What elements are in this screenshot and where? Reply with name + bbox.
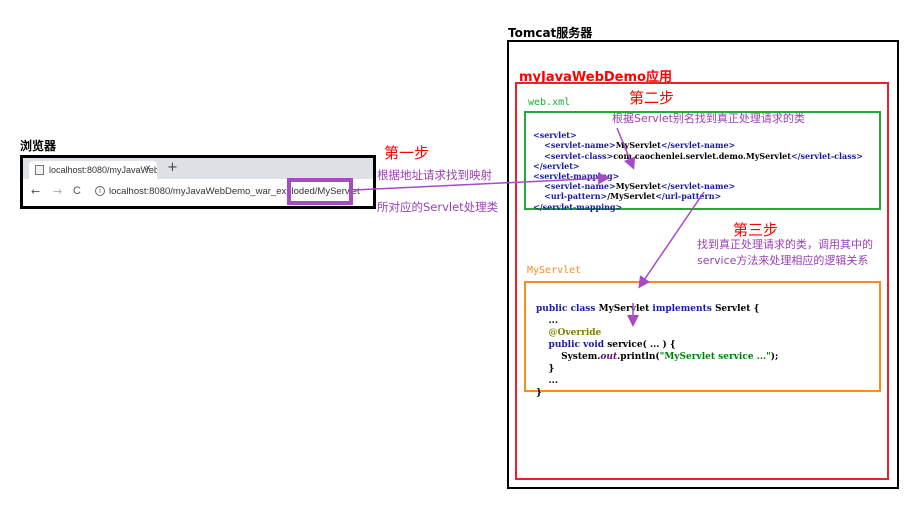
back-arrow-icon[interactable]: ← (31, 185, 40, 198)
step3-label: 第三步 (733, 221, 779, 239)
web-xml-code: <servlet> <servlet-name>MyServlet</servl… (533, 120, 863, 212)
code-line: <servlet-class>com.caochenlei.servlet.de… (533, 151, 863, 161)
page-favicon-icon (35, 165, 44, 175)
close-icon[interactable]: × (145, 163, 151, 174)
code-line: } (536, 363, 778, 375)
code-keyword: implements (652, 304, 715, 314)
code-tag: </servlet-name> (660, 140, 736, 151)
code-tag: </servlet-class> (790, 150, 863, 161)
reload-icon[interactable]: C (73, 185, 81, 197)
new-tab-icon[interactable]: + (167, 160, 178, 175)
code-tag: <servlet-name> (544, 181, 616, 192)
code-string: "MyServlet service ..." (659, 352, 771, 362)
browser-tab[interactable]: localhost:8080/myJavaWebDe × (29, 161, 157, 179)
code-tag: <servlet-mapping> (533, 171, 620, 182)
step1-note-line2: 所对应的Servlet处理类 (377, 200, 499, 214)
step3-note-line2: service方法来处理相应的逻辑关系 (697, 254, 869, 267)
forward-arrow-icon[interactable]: → (53, 185, 62, 198)
tomcat-label: Tomcat服务器 (508, 26, 593, 40)
code-tag: <servlet> (533, 130, 577, 141)
code-keyword: public void (548, 340, 608, 350)
info-icon[interactable]: i (95, 186, 105, 196)
code-line: </servlet> (533, 161, 863, 171)
code-text: ); (770, 352, 779, 362)
code-tag: </servlet-mapping> (533, 201, 623, 212)
code-line: } (536, 387, 778, 399)
tab-title: localhost:8080/myJavaWebDe (49, 165, 157, 175)
servlet-code-box: public class MyServlet implements Servle… (524, 281, 881, 398)
code-tag: </servlet-name> (660, 181, 736, 192)
code-annotation: @Override (548, 328, 602, 338)
code-line: <servlet-name>MyServlet</servlet-name> (533, 140, 863, 150)
code-text: System. (561, 352, 601, 362)
step3-note-line1: 找到真正处理请求的类，调用其中的 (697, 238, 873, 251)
code-line: <servlet-name>MyServlet</servlet-name> (533, 181, 863, 191)
servlet-label: MyServlet (527, 265, 582, 276)
code-text: MyServlet (598, 304, 653, 314)
code-line: System.out.println("MyServlet service ..… (536, 351, 778, 363)
code-text: ... (548, 316, 558, 326)
code-tag: </servlet> (533, 160, 580, 171)
code-text: MyServlet (615, 140, 661, 151)
code-line: </servlet-mapping> (533, 202, 863, 212)
web-xml-box: <servlet> <servlet-name>MyServlet</servl… (524, 111, 881, 212)
step2-label: 第二步 (629, 89, 675, 107)
code-text: ... (548, 376, 558, 386)
code-text: MyServlet (615, 181, 661, 192)
code-text: } (536, 388, 542, 398)
code-line: ... (536, 375, 778, 387)
code-tag: <servlet-name> (544, 140, 616, 151)
servlet-code: public class MyServlet implements Servle… (536, 291, 778, 399)
code-text: com.caochenlei.servlet.demo.MyServlet (613, 150, 791, 161)
code-field: out (600, 352, 618, 362)
step1-label: 第一步 (384, 144, 430, 162)
code-text: .println( (617, 352, 660, 362)
code-line: <servlet-mapping> (533, 171, 863, 181)
url-highlight-box (287, 178, 353, 205)
code-line: public class MyServlet implements Servle… (536, 303, 778, 315)
code-text: /MyServlet (607, 191, 656, 202)
step1-note-line1: 根据地址请求找到映射 (377, 168, 492, 182)
code-line: @Override (536, 327, 778, 339)
code-line: ... (536, 315, 778, 327)
code-tag: <servlet-class> (544, 150, 614, 161)
code-text: service( ... ) { (607, 340, 676, 350)
code-line: <servlet> (533, 130, 863, 140)
code-tag: </url-pattern> (655, 191, 722, 202)
web-xml-label: web.xml (528, 97, 571, 108)
browser-label: 浏览器 (20, 139, 57, 153)
code-text: } (548, 364, 555, 374)
tab-strip: localhost:8080/myJavaWebDe × + (23, 158, 373, 179)
code-text: Servlet { (714, 304, 760, 314)
code-tag: <url-pattern> (544, 191, 608, 202)
code-keyword: public class (536, 304, 599, 314)
code-line: public void service( ... ) { (536, 339, 778, 351)
code-line: <url-pattern>/MyServlet</url-pattern> (533, 191, 863, 201)
